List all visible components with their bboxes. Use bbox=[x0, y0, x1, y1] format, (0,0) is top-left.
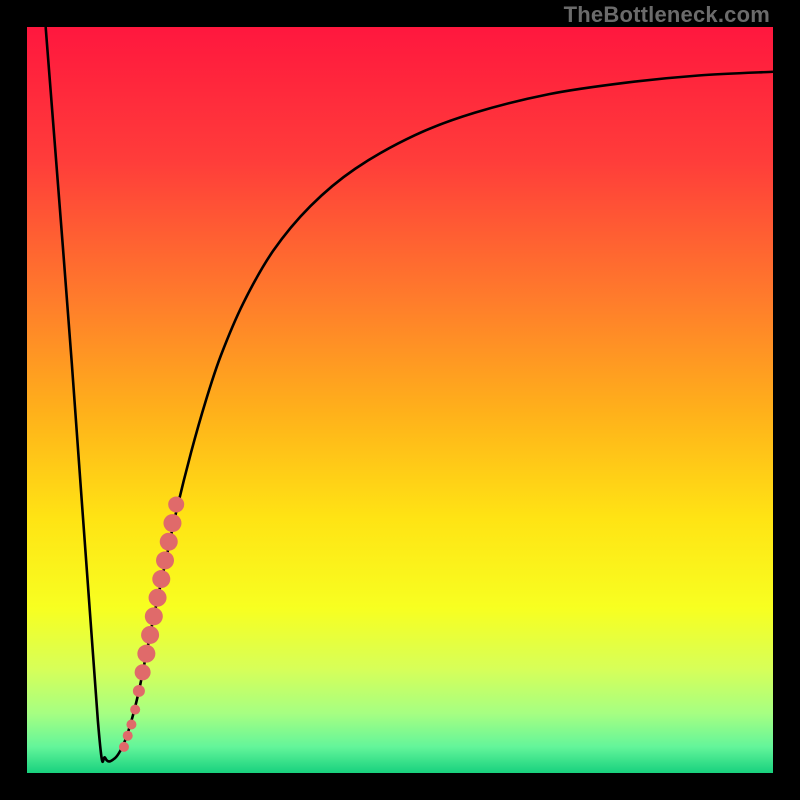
marker-dot bbox=[141, 626, 159, 644]
marker-dot bbox=[137, 645, 155, 663]
chart-svg bbox=[27, 27, 773, 773]
marker-dot bbox=[135, 664, 151, 680]
marker-dot bbox=[152, 570, 170, 588]
marker-dot bbox=[149, 589, 167, 607]
watermark-text: TheBottleneck.com bbox=[564, 2, 770, 28]
marker-dot bbox=[168, 496, 184, 512]
marker-dot bbox=[145, 607, 163, 625]
plot-area bbox=[27, 27, 773, 773]
marker-dot bbox=[119, 742, 129, 752]
marker-dot bbox=[133, 685, 145, 697]
marker-dot bbox=[126, 720, 136, 730]
marker-dot bbox=[123, 731, 133, 741]
gradient-background bbox=[27, 27, 773, 773]
marker-dot bbox=[160, 533, 178, 551]
chart-frame: TheBottleneck.com bbox=[0, 0, 800, 800]
marker-dot bbox=[130, 705, 140, 715]
marker-dot bbox=[163, 514, 181, 532]
marker-dot bbox=[156, 551, 174, 569]
